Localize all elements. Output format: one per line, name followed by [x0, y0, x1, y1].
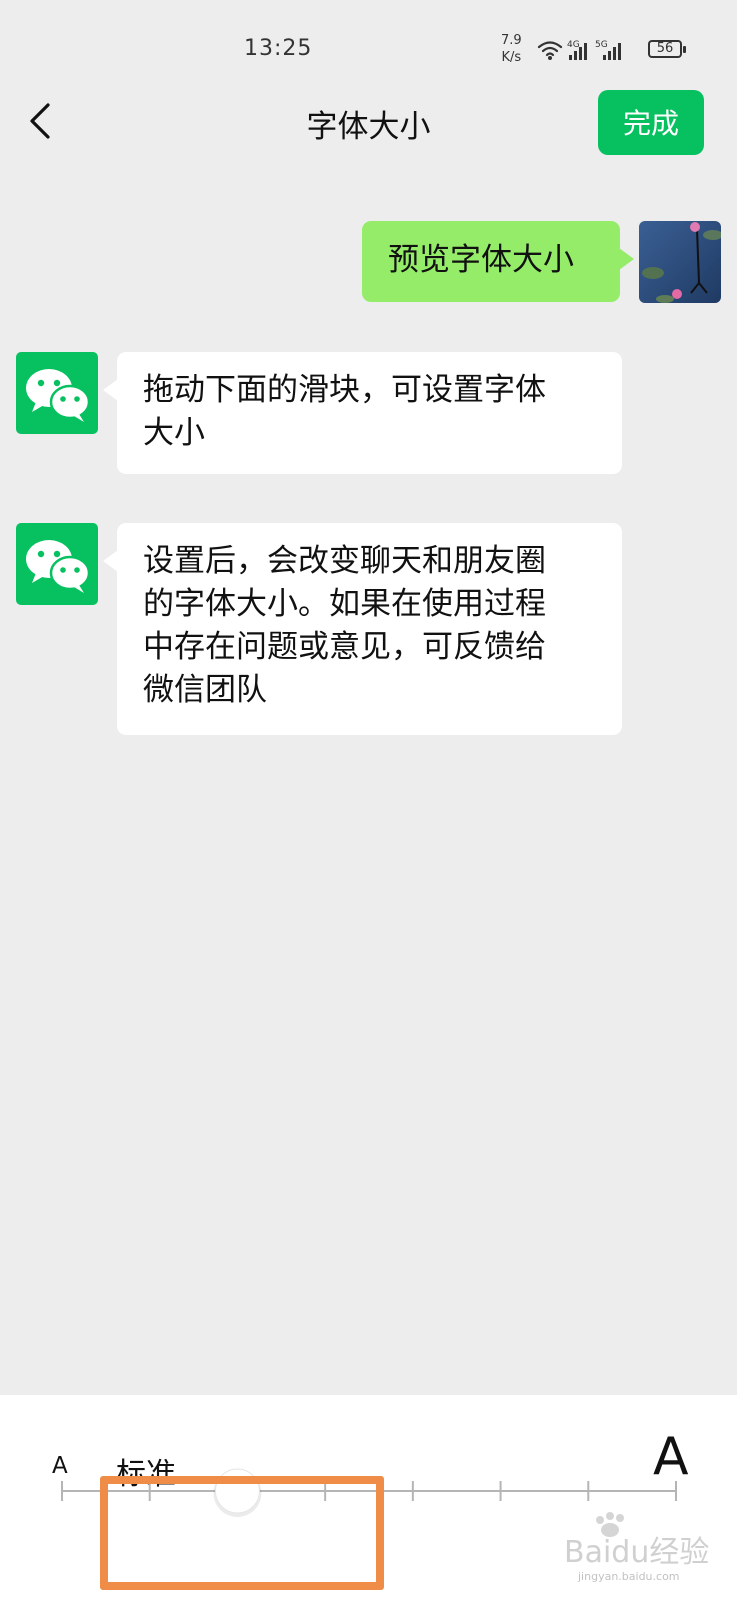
self-message-bubble: 预览字体大小 — [362, 221, 634, 302]
avatar[interactable] — [639, 221, 721, 303]
lotus-avatar-image — [639, 221, 721, 303]
highlight-annotation — [100, 1476, 384, 1590]
wechat-logo-icon — [26, 540, 91, 593]
incoming-message-bubble: 拖动下面的滑块，可设置字体 大小 — [103, 352, 622, 474]
network-speed: 7.9 K/s — [501, 32, 522, 66]
message-line: 微信团队 — [143, 672, 267, 708]
wifi-icon — [537, 41, 563, 57]
message-line: 中存在问题或意见，可反馈给 — [143, 629, 546, 665]
watermark-url: jingyan.baidu.com — [577, 1570, 680, 1583]
self-message-text: 预览字体大小 — [388, 242, 574, 278]
done-button[interactable]: 完成 — [598, 90, 704, 155]
signal-icon: 4G 5G — [537, 40, 621, 60]
baidu-watermark: Baidu经验 jingyan.baidu.com — [564, 1512, 709, 1583]
network-speed-unit: K/s — [501, 50, 522, 65]
status-time: 13:25 — [244, 36, 313, 61]
nav-bar: 字体大小 完成 — [0, 85, 737, 157]
watermark-brand: Baidu经验 — [564, 1535, 709, 1570]
signal-2-label: 5G — [595, 40, 608, 50]
message-line: 拖动下面的滑块，可设置字体 — [143, 372, 546, 408]
network-speed-value: 7.9 — [501, 33, 522, 48]
wechat-avatar[interactable] — [16, 352, 98, 434]
status-bar: 13:25 7.9 K/s 4G 5G 56 — [0, 0, 737, 90]
signal-1-label: 4G — [567, 40, 580, 50]
message-line: 的字体大小。如果在使用过程 — [143, 586, 546, 622]
incoming-message-bubble: 设置后，会改变聊天和朋友圈 的字体大小。如果在使用过程 中存在问题或意见，可反馈… — [103, 523, 622, 735]
message-line: 大小 — [143, 415, 205, 451]
wechat-logo-icon — [26, 369, 91, 422]
message-line: 设置后，会改变聊天和朋友圈 — [143, 543, 546, 579]
battery-icon: 56 — [648, 40, 686, 58]
wechat-avatar[interactable] — [16, 523, 98, 605]
